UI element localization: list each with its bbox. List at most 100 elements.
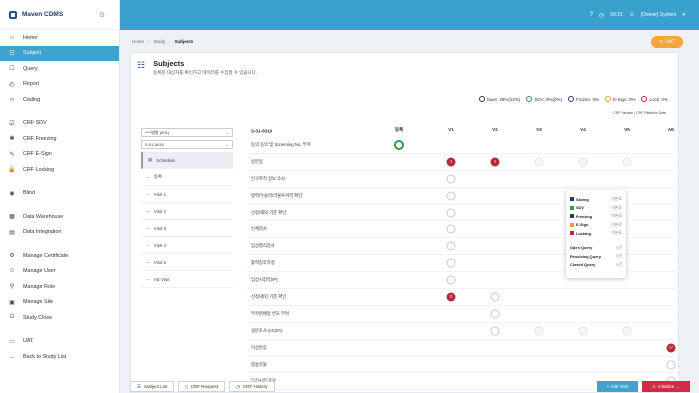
visit-schedule[interactable]: ▦ Schedule [141, 152, 233, 169]
sidebar-item-coding[interactable]: ‹› Coding [0, 92, 119, 108]
crf-name: 동의 동의 및 Screening No. 부여 [251, 141, 311, 147]
initialize-button[interactable]: ⚠ Initialize ⌄ [641, 381, 690, 392]
visit-item[interactable]: ⌄ Visit 1 [141, 186, 233, 203]
breadcrumb-current: Subjects [174, 38, 194, 44]
chevron-down-icon: ⌄ [146, 259, 150, 264]
visit-label: Visit 4 [153, 242, 166, 248]
popup-query-label: Open Query [570, 245, 593, 251]
main-content: Home › Study › Subjects ⊙ UAT ☷ Subjects… [120, 30, 699, 393]
grid-subject-id: S-01-0019 [251, 128, 273, 134]
crf-history-button[interactable]: ◷ CRF History [229, 381, 275, 392]
column-header: V2 [492, 127, 498, 132]
crf-status-circle[interactable]: 17 [666, 343, 676, 353]
sidebar-item-crf-sdv[interactable]: ☑ CRF SDV [0, 116, 119, 132]
crf-status-circle[interactable] [666, 360, 676, 370]
sdv-icon: ☑ [9, 120, 15, 127]
nav-spacer [0, 201, 119, 209]
gear-icon[interactable]: ⚙ [99, 11, 105, 19]
breadcrumb-home[interactable]: Home [132, 39, 144, 44]
visit-item[interactable]: ⌄ Visit 4 [141, 237, 233, 254]
frozen-ring-icon [567, 96, 574, 102]
crf-status-circle[interactable] [446, 258, 456, 268]
popup-status-row: Locking 미완료 [570, 229, 622, 238]
add-visit-button[interactable]: + Add Visit [596, 381, 638, 392]
crf-status-circle[interactable] [446, 174, 456, 184]
sidebar-item-home[interactable]: ⌂ Home [0, 30, 119, 46]
legend-esign: E-Sign: 0% [604, 96, 635, 102]
crf-status-circle[interactable] [394, 139, 404, 150]
visit-item[interactable]: ⌄ AE Visit [141, 271, 233, 288]
crf-status-circle[interactable] [490, 292, 500, 302]
sidebar-item-study-close[interactable]: ⏻ Study Close [0, 310, 119, 326]
sidebar-item-manage-certificate[interactable]: ⚙ Manage Certificate [0, 248, 119, 264]
chevron-down-icon: ⌄ [225, 142, 229, 147]
crf-status-circle [578, 157, 588, 167]
crf-status-circle[interactable] [490, 309, 500, 319]
sidebar-item-back-to-study-list[interactable]: ← Back to Study List [0, 349, 119, 365]
crf-status-circle[interactable] [446, 275, 456, 285]
sidebar-item-data-integration[interactable]: ▤ Data Integration [0, 225, 119, 241]
sidebar-item-uat[interactable]: ▭ UAT [0, 334, 119, 350]
visit-item[interactable]: ⌄ 등록 [141, 169, 233, 186]
crf-status-circle[interactable] [446, 208, 456, 217]
integration-icon: ▤ [9, 229, 15, 236]
sidebar-item-report[interactable]: ◴ Report [0, 77, 119, 93]
popup-query-row[interactable]: Resolving Query 0건 [570, 252, 622, 261]
status-square-icon [570, 222, 574, 227]
sidebar-item-query[interactable]: ☐ Query [0, 61, 119, 77]
sidebar-item-manage-role[interactable]: ⚲ Manage Role [0, 279, 119, 295]
sidebar-item-manage-site[interactable]: ▣ Manage Site [0, 295, 119, 311]
sidebar-item-data-warehouse[interactable]: ▦ Data Warehouse [0, 209, 119, 225]
visit-item[interactable]: ⌄ Visit 5 [141, 254, 233, 271]
table-row: 인구학적 정보 조사 [247, 171, 675, 188]
lock-icon: 🔒 [8, 167, 16, 174]
column-header: V4 [580, 127, 586, 132]
user-name[interactable]: [Owner] System [641, 12, 677, 18]
subject-select[interactable]: S-01-0019 ⌄ [141, 140, 233, 149]
crf-status-circle[interactable] [446, 191, 456, 201]
crf-status-circle[interactable]: 3 [446, 157, 456, 167]
popup-status-row: E-Sign 미완료 [570, 221, 622, 230]
page-title: Subjects [153, 59, 185, 68]
visit-item[interactable]: ⌄ Visit 2 [141, 203, 233, 220]
sidebar-item-crf-locking[interactable]: 🔒 CRF Locking [0, 162, 119, 178]
popup-query-row[interactable]: Closed Query 0건 [570, 261, 622, 270]
uat-button-label: UAT [665, 39, 675, 45]
sidebar-item-label: Report [23, 81, 40, 88]
subject-list-button[interactable]: ☰ Subject List [130, 381, 175, 392]
crf-status-circle [578, 326, 588, 336]
popup-query-row[interactable]: Open Query 0건 [570, 244, 622, 253]
crf-name: 신체검사 [251, 226, 267, 232]
crf-request-button[interactable]: ▯ CRF Request [178, 381, 226, 392]
initialize-label: Initialize [657, 384, 675, 389]
crf-status-circle [534, 157, 544, 167]
legend-frozen-label: Frozen: 0% [575, 96, 599, 102]
visit-item[interactable]: ⌄ Visit 3 [141, 220, 233, 237]
nav-spacer [0, 108, 119, 116]
sidebar-item-label: Subject [23, 50, 41, 57]
sidebar-item-crf-freezing[interactable]: ✱ CRF Freezing [0, 131, 119, 147]
lock-ring-icon [641, 96, 648, 102]
sidebar-item-subject[interactable]: ☷ Subject [0, 45, 119, 61]
breadcrumb-separator-icon: › [169, 38, 171, 44]
user-menu-chevron-icon[interactable]: ▾ [682, 12, 685, 18]
chevron-down-icon: ⌄ [146, 242, 150, 247]
sidebar-item-blind[interactable]: ◉ Blind [0, 186, 119, 202]
sidebar-item-label: Home [23, 34, 38, 41]
help-icon[interactable]: ? [590, 12, 593, 18]
crf-status-circle[interactable] [446, 224, 456, 234]
sidebar-item-manage-user[interactable]: ☺ Manage User [0, 264, 119, 280]
crf-status-circle[interactable]: 3 [490, 157, 500, 167]
column-header: V1 [448, 127, 454, 132]
site-select[interactable]: ****병원 (001) ⌄ [141, 128, 233, 137]
chevron-down-icon: ⌄ [146, 276, 150, 281]
popup-status-label: Freezing [576, 213, 592, 219]
legend-lock-label: Lock: 0% [649, 96, 668, 102]
crf-status-circle[interactable] [490, 326, 500, 336]
breadcrumb-study[interactable]: Study [154, 39, 166, 44]
crf-status-circle[interactable]: 11 [446, 292, 456, 302]
uat-button[interactable]: ⊙ UAT [651, 36, 683, 48]
sidebar-item-crf-e-sign[interactable]: ✎ CRF E-Sign [0, 147, 119, 163]
sidebar-item-label: Blind [23, 190, 35, 197]
crf-status-circle[interactable] [446, 241, 456, 251]
